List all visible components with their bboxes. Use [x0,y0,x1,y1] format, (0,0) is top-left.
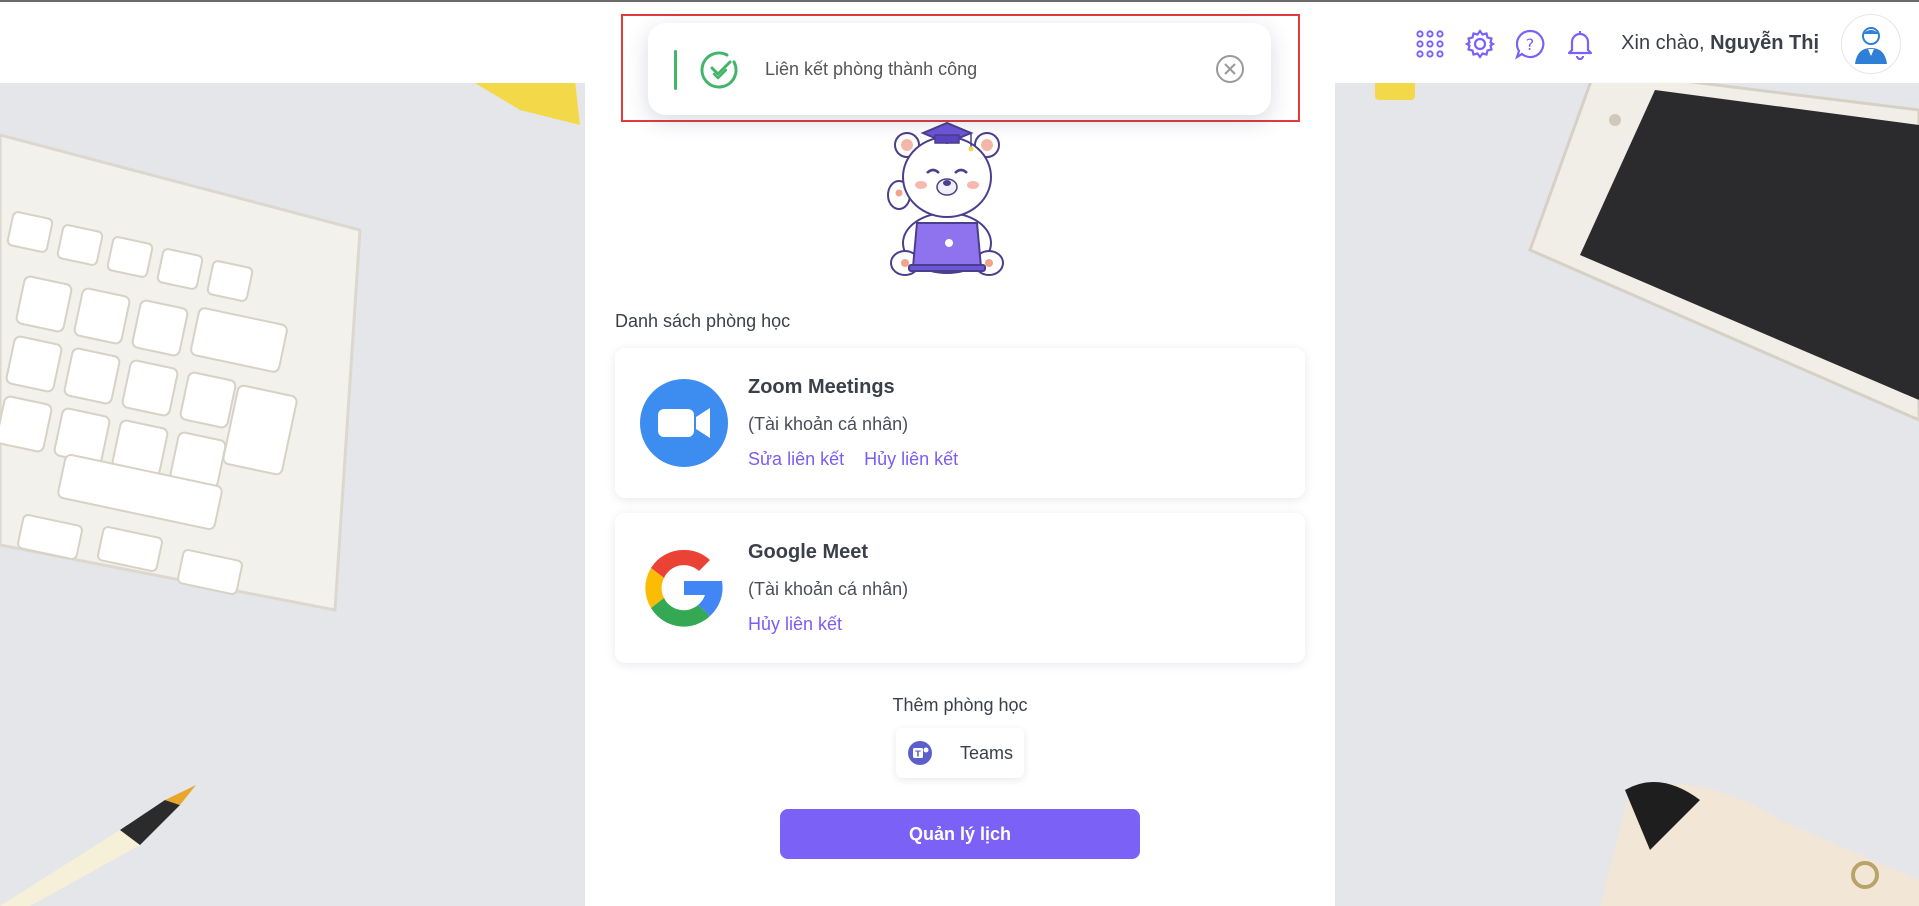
check-circle-icon [700,50,740,95]
unlink-button[interactable]: Hủy liên kết [748,614,842,635]
user-avatar-icon[interactable] [1841,13,1901,74]
edit-link-button[interactable]: Sửa liên kết [748,449,844,470]
room-list-title: Danh sách phòng học [615,311,791,331]
unlink-button[interactable]: Hủy liên kết [864,449,958,470]
zoom-logo-icon [640,379,728,467]
bear-mascot-illustration [885,115,1009,284]
room-actions: Hủy liên kết [748,614,842,635]
rooms-panel: Danh sách phòng học Zoom Meetings (Tài k… [585,83,1335,906]
room-card-zoom: Zoom Meetings (Tài khoản cá nhân) Sửa li… [615,348,1305,498]
svg-text:?: ? [1526,35,1535,54]
close-circle-icon[interactable] [1215,54,1245,89]
user-name: Nguyễn Thị [1710,32,1819,54]
greeting-prefix: Xin chào, [1621,32,1705,54]
room-name: Zoom Meetings [748,376,895,398]
room-actions: Sửa liên kết Hủy liên kết [748,449,958,470]
apps-grid-icon[interactable] [1413,27,1447,61]
svg-text:T: T [915,750,921,759]
teams-icon: T [908,741,932,765]
toast-accent-bar [674,50,677,90]
help-icon[interactable]: ? [1513,27,1547,61]
add-teams-button[interactable]: T Teams [896,728,1024,778]
room-card-google-meet: Google Meet (Tài khoản cá nhân) Hủy liên… [615,513,1305,663]
room-account-type: (Tài khoản cá nhân) [748,414,909,434]
success-toast: Liên kết phòng thành công [648,23,1271,115]
bell-icon[interactable] [1563,27,1597,61]
topbar-actions: ? Xin chào, Nguyễn Thị [1397,2,1901,85]
room-name: Google Meet [748,541,869,563]
add-room-title: Thêm phòng học [892,695,1028,715]
user-greeting: Xin chào, Nguyễn Thị [1621,32,1819,55]
toast-message: Liên kết phòng thành công [765,59,978,79]
manage-schedule-button[interactable]: Quản lý lịch [780,809,1140,859]
room-account-type: (Tài khoản cá nhân) [748,579,909,599]
gear-icon[interactable] [1463,27,1497,61]
google-logo-icon [640,544,728,632]
teams-label: Teams [960,742,1014,763]
